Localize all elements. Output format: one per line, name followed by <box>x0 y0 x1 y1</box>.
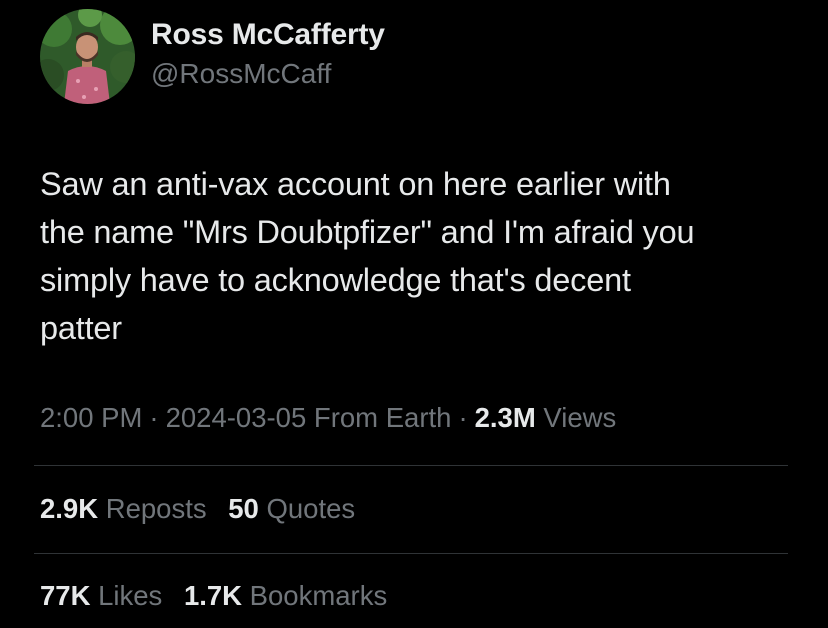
stats-row-likes-bookmarks: 77K Likes 1.7K Bookmarks <box>40 580 401 612</box>
tweet-text-line: simply have to acknowledge that's decent <box>40 262 631 298</box>
tweet-text-line: Saw an anti-vax account on here earlier … <box>40 166 671 202</box>
stats-row-reposts-quotes: 2.9K Reposts 50 Quotes <box>40 493 369 525</box>
tweet-text-line: patter <box>40 310 122 346</box>
tweet-detail: Ross McCafferty @RossMcCaff Saw an anti-… <box>0 0 828 628</box>
avatar-image <box>40 9 135 104</box>
tweet-text: Saw an anti-vax account on here earlier … <box>40 160 810 352</box>
divider <box>34 465 788 466</box>
reposts-stat[interactable]: 2.9K Reposts <box>40 493 207 525</box>
likes-count: 77K <box>40 580 91 611</box>
quotes-stat[interactable]: 50 Quotes <box>228 493 355 525</box>
quotes-label: Quotes <box>266 493 356 524</box>
tweet-source: From Earth <box>313 402 452 433</box>
divider <box>34 553 788 554</box>
avatar[interactable] <box>40 9 135 104</box>
tweet-date[interactable]: 2024-03-05 <box>166 402 307 433</box>
views-count: 2.3M <box>474 402 536 433</box>
meta-separator: · <box>149 402 159 433</box>
tweet-time[interactable]: 2:00 PM <box>40 402 142 433</box>
author-display-name[interactable]: Ross McCafferty <box>151 18 385 52</box>
likes-stat[interactable]: 77K Likes <box>40 580 162 612</box>
tweet-meta: 2:00 PM · 2024-03-05 From Earth · 2.3M Views <box>40 402 616 434</box>
meta-separator: · <box>458 402 468 433</box>
bookmarks-count: 1.7K <box>183 580 243 611</box>
views-label: Views <box>543 402 617 433</box>
tweet-text-line: the name "Mrs Doubtpfizer" and I'm afrai… <box>40 214 695 250</box>
bookmarks-label: Bookmarks <box>249 580 388 611</box>
reposts-count: 2.9K <box>40 493 99 524</box>
author-handle[interactable]: @RossMcCaff <box>151 58 331 90</box>
quotes-count: 50 <box>228 493 259 524</box>
bookmarks-stat[interactable]: 1.7K Bookmarks <box>184 580 387 612</box>
reposts-label: Reposts <box>105 493 207 524</box>
likes-label: Likes <box>98 580 163 611</box>
